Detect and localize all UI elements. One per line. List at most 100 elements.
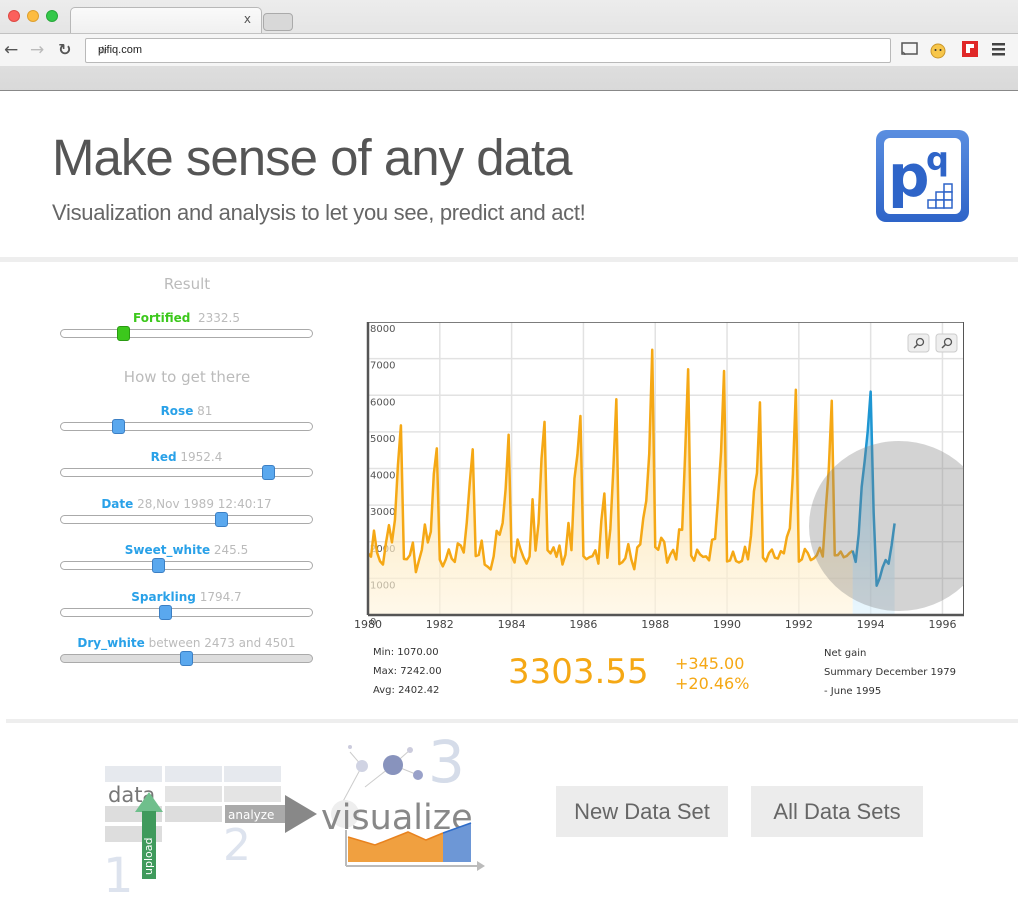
minimize-window-button[interactable] [27, 10, 39, 22]
slider-value: 245.5 [213, 543, 249, 557]
slider-value: 28,Nov 1989 12:40:17 [137, 497, 272, 511]
slider-handle[interactable] [214, 512, 228, 527]
y-tick-label: 3000 [370, 507, 395, 518]
y-tick-label: 4000 [370, 471, 395, 482]
slider-label: Dry_white [77, 636, 145, 650]
time-series-chart[interactable]: 0100020003000400050006000700080001980198… [354, 322, 966, 631]
summary-line-2: - June 1995 [824, 686, 882, 697]
slider-track[interactable] [60, 651, 313, 666]
slider-dry-white[interactable]: Dry_white between 2473 and 4501 [60, 636, 313, 666]
upload-label: upload [142, 838, 155, 875]
slider-handle[interactable] [151, 558, 165, 573]
workflow-illustration: data 1 upload analyze 2 3 visualize [103, 732, 485, 904]
x-tick-label: 1994 [857, 618, 885, 631]
pifiq-logo[interactable]: p q [876, 130, 969, 222]
slider-value: 1794.7 [199, 590, 242, 604]
x-tick-label: 1986 [569, 618, 597, 631]
slider-fortified[interactable]: Fortified 2332.5 [60, 311, 313, 341]
x-tick-label: 1988 [641, 618, 669, 631]
zoom-in-button[interactable] [907, 333, 930, 353]
step1-number: 1 [103, 848, 134, 904]
x-tick-label: 1990 [713, 618, 741, 631]
page-subtitle: Visualization and analysis to let you se… [52, 200, 586, 225]
slider-value: 81 [197, 404, 213, 418]
close-window-button[interactable] [8, 10, 20, 22]
zoom-out-button[interactable] [935, 333, 958, 353]
stats-summary: Min: 1070.00 Max: 7242.00 Avg: 2402.42 [373, 643, 442, 700]
stat-max: Max: 7242.00 [373, 666, 442, 677]
bookmark-star-icon[interactable]: ☆ [98, 44, 886, 57]
slider-track[interactable] [60, 512, 313, 527]
browser-chrome: x ← → ↻ pifiq.com ☆ [0, 0, 1018, 91]
slider-label: Sweet_white [124, 543, 211, 557]
window-controls [8, 10, 58, 22]
all-data-sets-button[interactable]: All Data Sets [751, 786, 923, 837]
step2-number: 2 [223, 820, 251, 871]
x-tick-label: 1982 [426, 618, 454, 631]
slider-value: 1952.4 [180, 450, 223, 464]
result-heading: Result [163, 275, 211, 293]
section-divider [6, 719, 1018, 723]
slider-label: Date [101, 497, 134, 511]
y-tick-label: 7000 [370, 361, 395, 372]
x-tick-label: 1984 [498, 618, 526, 631]
slider-date[interactable]: Date 28,Nov 1989 12:40:17 [60, 497, 313, 527]
slider-track[interactable] [60, 326, 313, 341]
slider-value: between 2473 and 4501 [148, 636, 296, 650]
section-divider [0, 257, 1018, 262]
slider-handle[interactable] [262, 465, 276, 480]
cast-icon[interactable] [900, 40, 920, 58]
page-title: Make sense of any data [52, 129, 573, 186]
new-data-set-button[interactable]: New Data Set [556, 786, 728, 837]
slider-value: 2332.5 [198, 311, 240, 325]
svg-text:p: p [888, 142, 930, 210]
slider-handle[interactable] [111, 419, 125, 434]
menu-icon[interactable] [991, 40, 1007, 58]
browser-toolbar: ← → ↻ pifiq.com ☆ [0, 33, 1018, 66]
page-content: Make sense of any data Visualization and… [0, 92, 1018, 919]
slider-handle[interactable] [116, 326, 130, 341]
slider-sweet-white[interactable]: Sweet_white 245.5 [60, 543, 313, 573]
gain-values: +345.00 +20.46% [675, 654, 749, 694]
net-gain-label: Net gain [824, 648, 867, 659]
browser-tab[interactable]: x [70, 7, 262, 33]
slider-label: Rose [160, 404, 194, 418]
extension-icon[interactable] [928, 40, 948, 60]
summary-line-1: Summary December 1979 [824, 667, 956, 678]
stat-avg: Avg: 2402.42 [373, 685, 440, 696]
maximize-window-button[interactable] [46, 10, 58, 22]
slider-handle[interactable] [179, 651, 193, 666]
series-line-history [367, 348, 854, 574]
flipboard-icon[interactable] [961, 40, 979, 58]
address-bar[interactable]: pifiq.com ☆ [85, 38, 891, 63]
current-value: 3303.55 [508, 652, 649, 692]
new-tab-button[interactable] [263, 13, 293, 31]
x-tick-label: 1996 [928, 618, 956, 631]
chart-svg[interactable]: 0100020003000400050006000700080001980198… [354, 322, 964, 642]
slider-label: Fortified [133, 311, 191, 325]
slider-handle[interactable] [159, 605, 173, 620]
gain-percent: +20.46% [675, 674, 750, 693]
stat-min: Min: 1070.00 [373, 647, 439, 658]
slider-track[interactable] [60, 605, 313, 620]
slider-track[interactable] [60, 419, 313, 434]
tab-close-icon[interactable]: x [244, 12, 251, 26]
y-tick-label: 5000 [370, 434, 395, 445]
reload-icon[interactable]: ↻ [58, 40, 71, 59]
forward-icon[interactable]: → [30, 40, 44, 60]
slider-rose[interactable]: Rose 81 [60, 404, 313, 434]
x-tick-label: 1980 [354, 618, 382, 631]
back-icon[interactable]: ← [4, 40, 18, 60]
y-tick-label: 8000 [370, 324, 395, 335]
logo-glyph: p q [888, 140, 953, 210]
slider-red[interactable]: Red 1952.4 [60, 450, 313, 480]
slider-sparkling[interactable]: Sparkling 1794.7 [60, 590, 313, 620]
slider-track[interactable] [60, 465, 313, 480]
slider-label: Red [150, 450, 177, 464]
howto-heading: How to get there [123, 368, 251, 386]
series-area-history [368, 349, 853, 615]
step3-number: 3 [428, 732, 465, 796]
slider-track[interactable] [60, 558, 313, 573]
summary-text: Net gain Summary December 1979 - June 19… [824, 644, 956, 701]
gain-absolute: +345.00 [675, 654, 745, 673]
